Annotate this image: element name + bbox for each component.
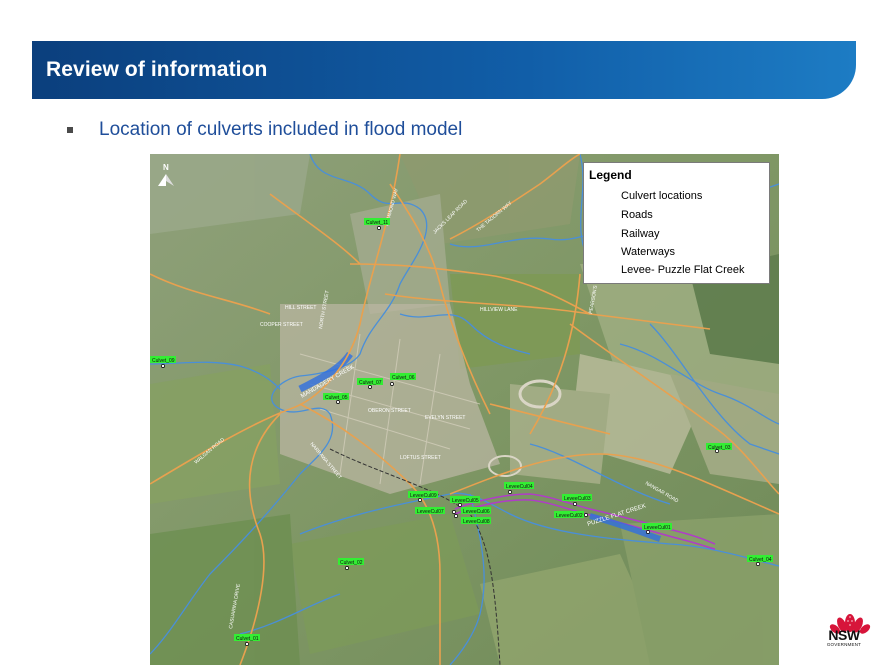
north-label: N bbox=[163, 163, 169, 172]
culvert-label: LeveeCul07 bbox=[417, 509, 444, 515]
road-label: HILLVIEW LANE bbox=[480, 307, 518, 313]
culvert-point bbox=[715, 449, 719, 453]
culvert-point bbox=[508, 490, 512, 494]
slide-title: Review of information bbox=[46, 58, 268, 81]
culvert-label: LeveeCul03 bbox=[564, 496, 591, 502]
culvert-label: Culvet_04 bbox=[749, 557, 772, 563]
road-label: LOFTUS STREET bbox=[400, 455, 441, 461]
culvert-label: LeveeCul06 bbox=[463, 509, 490, 515]
legend-label: Culvert locations bbox=[621, 190, 703, 202]
culvert-point bbox=[756, 562, 760, 566]
culvert-point bbox=[368, 385, 372, 389]
culvert-point bbox=[161, 364, 165, 368]
road-label: COOPER STREET bbox=[260, 322, 303, 328]
road-label: HILL STREET bbox=[285, 305, 317, 311]
culvert-label: Culvet_05 bbox=[325, 395, 348, 401]
nsw-logo-text: NSW bbox=[828, 627, 860, 643]
culvert-point bbox=[345, 566, 349, 570]
culvert-label: Culvet_02 bbox=[340, 560, 363, 566]
legend-label: Waterways bbox=[621, 246, 675, 258]
bullet-marker bbox=[67, 127, 73, 133]
nsw-logo-subtext: GOVERNMENT bbox=[826, 642, 862, 647]
road-label: EVELYN STREET bbox=[425, 415, 465, 421]
legend-title: Legend bbox=[589, 168, 632, 182]
culvert-label: LeveeCul05 bbox=[452, 498, 479, 504]
legend-item-waterways: Waterways bbox=[584, 245, 769, 261]
culvert-point bbox=[418, 498, 422, 502]
culvert-label: Culvet_11 bbox=[366, 220, 388, 226]
culvert-point bbox=[584, 513, 588, 517]
legend-item-railway: Railway bbox=[584, 227, 769, 243]
road-label: OBERON STREET bbox=[368, 408, 411, 414]
legend-label: Roads bbox=[621, 209, 653, 221]
culvert-label: LeveeCul09 bbox=[410, 493, 437, 499]
culvert-point bbox=[245, 642, 249, 646]
aerial-map: N HILL STREET COOPER STREET NORTH STREET… bbox=[150, 154, 779, 665]
bullet-text: Location of culverts included in flood m… bbox=[99, 119, 463, 140]
legend-label: Levee- Puzzle Flat Creek bbox=[621, 264, 745, 276]
culvert-point bbox=[454, 514, 458, 518]
culvert-point bbox=[336, 400, 340, 404]
legend-item-roads: Roads bbox=[584, 208, 769, 224]
culvert-point bbox=[646, 530, 650, 534]
legend-item-levee: Levee- Puzzle Flat Creek bbox=[584, 263, 769, 279]
culvert-label: Culvet_03 bbox=[708, 445, 731, 451]
culvert-point bbox=[377, 226, 381, 230]
culvert-label: LeveeCul04 bbox=[506, 484, 533, 490]
culvert-label: LeveeCul08 bbox=[463, 519, 490, 525]
culvert-point bbox=[452, 510, 456, 514]
map-legend: Legend Culvert locations Roads Railway W… bbox=[583, 162, 770, 284]
culvert-label: Culvet_09 bbox=[152, 358, 175, 364]
legend-label: Railway bbox=[621, 228, 660, 240]
culvert-label: LeveeCul02 bbox=[556, 513, 583, 519]
culvert-point bbox=[573, 502, 577, 506]
culvert-point bbox=[390, 382, 394, 386]
culvert-point bbox=[458, 503, 462, 507]
culvert-label: Culvet_01 bbox=[236, 636, 259, 642]
legend-item-culvert: Culvert locations bbox=[584, 189, 769, 205]
slide-header: Review of information bbox=[32, 41, 856, 99]
culvert-label: Culvet_06 bbox=[392, 375, 415, 381]
